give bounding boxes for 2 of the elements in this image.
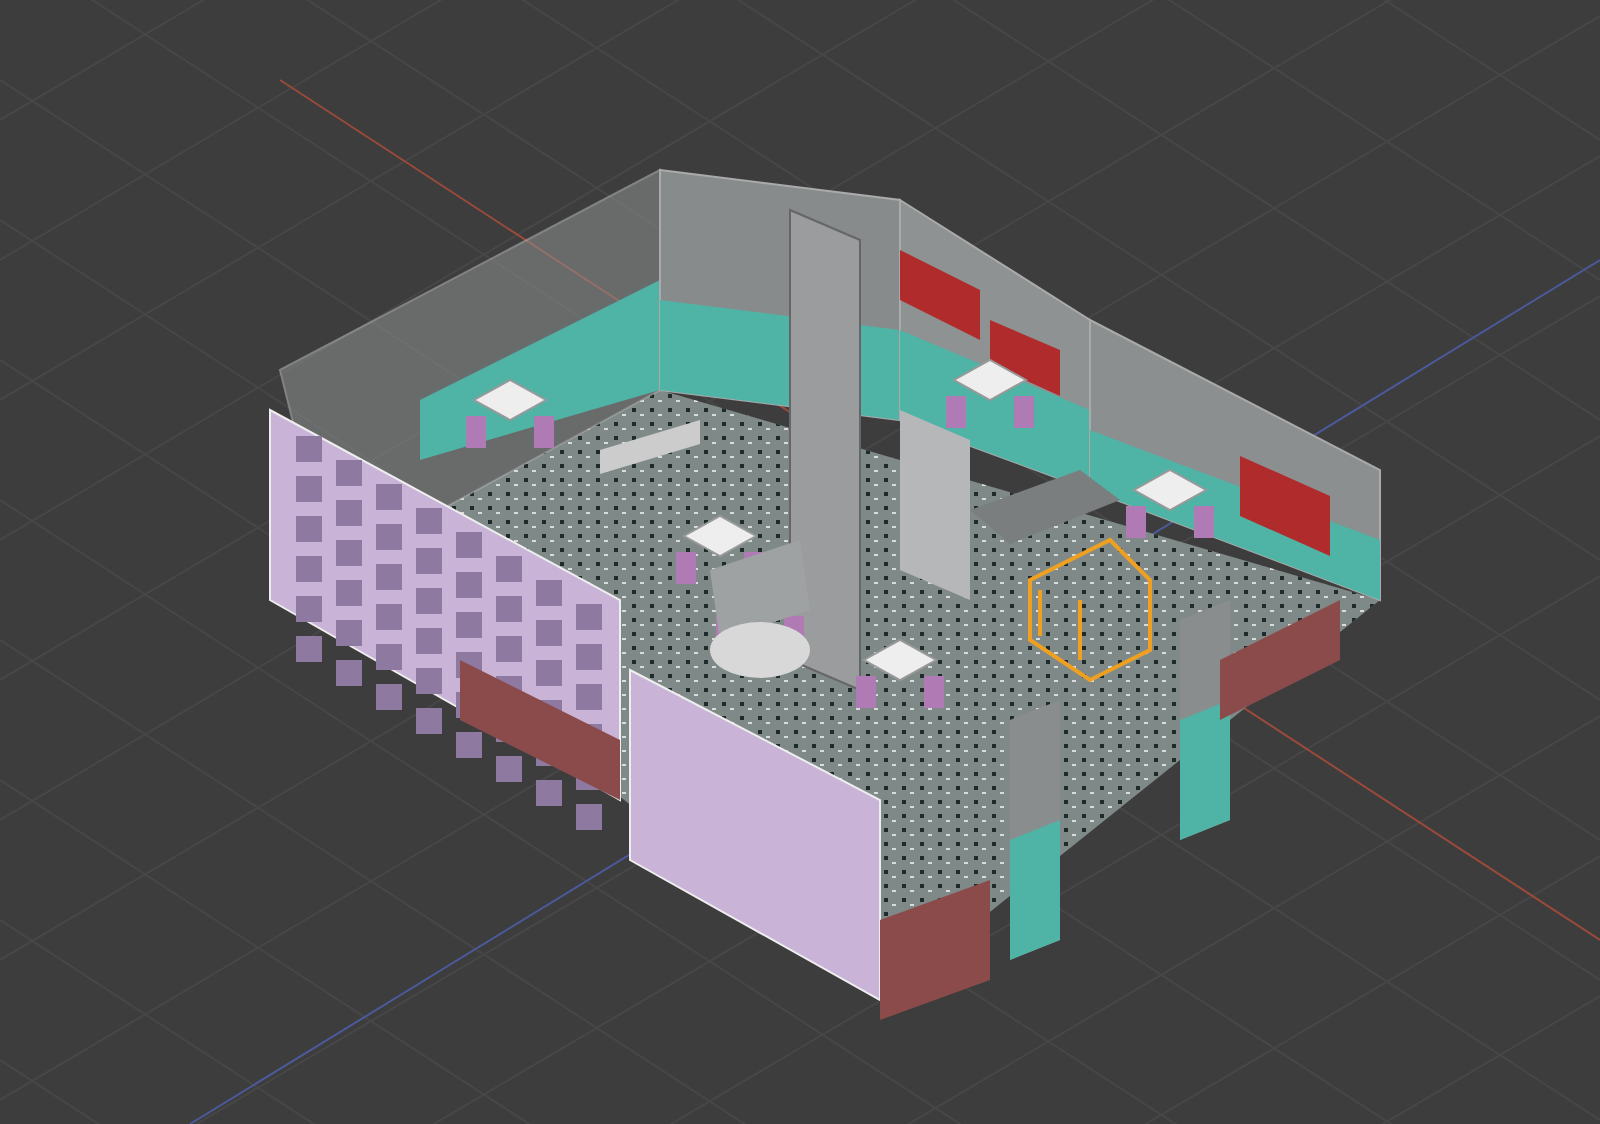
- selected-booth-outline[interactable]: [1028, 537, 1152, 683]
- viewport[interactable]: [0, 0, 1600, 1124]
